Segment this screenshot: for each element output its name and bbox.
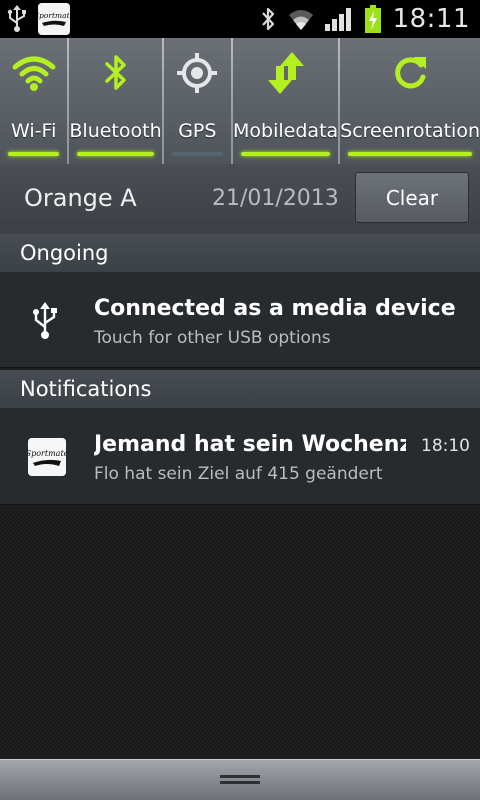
rotation-label-line1: Screen	[340, 119, 406, 142]
status-bar: Sportmate	[0, 0, 480, 38]
toggle-screen-rotation[interactable]: Screen rotation	[340, 38, 480, 164]
quick-settings-panel: Wi-Fi Bluetooth GPS Mobile data Screen r…	[0, 38, 480, 164]
panel-drag-handle[interactable]	[0, 759, 480, 800]
battery-charging-icon	[359, 0, 387, 38]
notifications-header: Notifications	[0, 370, 480, 408]
notification-subtitle: Flo hat sein Ziel auf 415 geändert	[94, 464, 383, 484]
toggle-wifi-label: Wi-Fi	[11, 119, 57, 142]
notification-item-sportmate[interactable]: Sportmate Jemand hat sein Wochenziel 18:…	[0, 408, 480, 505]
carrier-name: Orange A	[24, 184, 137, 212]
notif-app-icon-text: Sportmate	[28, 449, 66, 458]
rotation-indicator	[348, 152, 472, 156]
notification-time: 18:10	[421, 436, 470, 456]
bluetooth-icon	[69, 38, 161, 108]
sportmate-app-icon: Sportmate	[28, 438, 66, 476]
wifi-icon	[283, 0, 319, 38]
toggle-mobile-data-label: Mobile data	[233, 108, 338, 154]
sportmate-app-icon: Sportmate	[38, 3, 70, 35]
signal-icon	[319, 0, 359, 38]
ongoing-item-subtitle: Touch for other USB options	[94, 328, 331, 348]
ongoing-header: Ongoing	[0, 234, 480, 272]
clear-button[interactable]: Clear	[355, 172, 469, 223]
gps-icon	[164, 38, 231, 108]
rotation-label-line2: rotation	[405, 119, 480, 142]
toggle-bluetooth-label: Bluetooth	[69, 119, 162, 142]
mobile-data-icon	[233, 38, 338, 108]
toggle-bluetooth[interactable]: Bluetooth	[69, 38, 162, 164]
bluetooth-indicator	[77, 152, 154, 156]
toggle-mobile-data[interactable]: Mobile data	[233, 38, 339, 164]
toggle-wifi[interactable]: Wi-Fi	[0, 38, 68, 164]
app-icon-text: Sportmate	[38, 11, 70, 20]
toggle-gps[interactable]: GPS	[163, 38, 232, 164]
usb-icon	[0, 0, 34, 38]
mobile-data-label-line2: data	[295, 119, 339, 142]
grip-icon	[220, 775, 260, 778]
toggle-screen-rotation-label: Screen rotation	[340, 108, 480, 154]
toggle-gps-label: GPS	[178, 119, 217, 142]
rotation-icon	[340, 38, 480, 108]
notification-title: Jemand hat sein Wochenziel	[94, 432, 406, 457]
mobile-data-indicator	[241, 152, 331, 156]
status-time: 18:11	[392, 4, 470, 34]
wifi-indicator	[8, 152, 60, 156]
ongoing-item-title: Connected as a media device	[94, 296, 456, 321]
gps-indicator	[171, 152, 224, 156]
usb-icon	[30, 302, 60, 344]
wifi-icon	[0, 38, 67, 108]
bluetooth-icon	[253, 0, 283, 38]
carrier-date: 21/01/2013	[212, 186, 339, 211]
ongoing-item-usb[interactable]: Connected as a media device Touch for ot…	[0, 272, 480, 368]
mobile-data-label-line1: Mobile	[233, 119, 296, 142]
